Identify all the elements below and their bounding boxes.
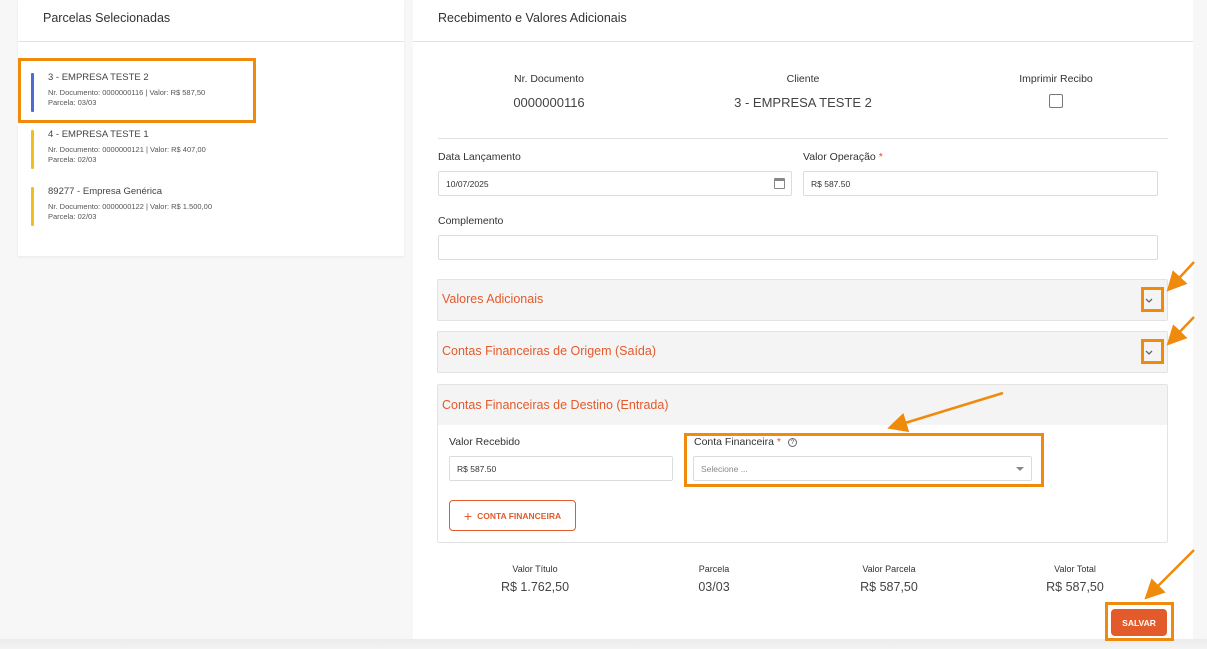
summary-value: R$ 587,50 xyxy=(1046,580,1104,594)
doc-number-info: Nr. Documento 0000000116 xyxy=(489,73,609,110)
summary-label: Valor Total xyxy=(1054,564,1096,574)
parcela-doc-line: Nr. Documento: 0000000122 | Valor: R$ 1.… xyxy=(48,202,213,211)
summary-label: Parcela xyxy=(698,564,730,574)
accordion-contas-destino-header[interactable]: Contas Financeiras de Destino (Entrada) xyxy=(438,385,1167,425)
accordion-contas-destino-title: Contas Financeiras de Destino (Entrada) xyxy=(442,398,669,412)
print-receipt-label: Imprimir Recibo xyxy=(1019,73,1093,85)
doc-number-value: 0000000116 xyxy=(513,95,585,110)
highlight-box-conta-financeira xyxy=(684,433,1044,487)
accordion-contas-origem[interactable]: Contas Financeiras de Origem (Saída) xyxy=(437,331,1168,373)
parcelas-divider xyxy=(18,41,404,42)
summary-label: Valor Título xyxy=(512,564,558,574)
summary-value: R$ 1.762,50 xyxy=(500,580,570,594)
recebimento-divider xyxy=(413,41,1193,42)
info-separator xyxy=(438,138,1168,139)
valor-operacao-label-text: Valor Operação xyxy=(803,151,876,163)
date-label: Data Lançamento xyxy=(438,151,521,163)
summary-valor-total: Valor Total R$ 587,50 xyxy=(1015,564,1135,594)
valor-operacao-label: Valor Operação * xyxy=(803,151,883,163)
parcela-title: 4 - EMPRESA TESTE 1 xyxy=(48,129,149,140)
parcela-title: 89277 - Empresa Genérica xyxy=(48,186,163,197)
client-label: Cliente xyxy=(786,73,820,85)
doc-number-label: Nr. Documento xyxy=(513,73,585,85)
parcela-number-line: Parcela: 02/03 xyxy=(48,212,97,221)
summary-label: Valor Parcela xyxy=(862,564,916,574)
summary-value: 03/03 xyxy=(698,580,730,594)
recebimento-title: Recebimento e Valores Adicionais xyxy=(438,11,627,25)
summary-value: R$ 587,50 xyxy=(860,580,918,594)
print-receipt-info: Imprimir Recibo xyxy=(996,73,1116,108)
required-marker: * xyxy=(878,151,883,163)
highlight-box-valores-chevron xyxy=(1141,287,1164,312)
summary-valor-titulo: Valor Título R$ 1.762,50 xyxy=(475,564,595,594)
parcela-number-line: Parcela: 02/03 xyxy=(48,155,97,164)
valor-recebido-input[interactable]: R$ 587.50 xyxy=(449,456,673,481)
parcela-status-bar xyxy=(31,130,34,169)
highlight-box-selected-parcela xyxy=(18,58,256,123)
page-bottom-edge xyxy=(0,639,1207,649)
parcelas-panel: Parcelas Selecionadas 3 - EMPRESA TESTE … xyxy=(18,0,404,256)
highlight-box-origem-chevron xyxy=(1141,339,1164,364)
valor-operacao-input[interactable]: R$ 587.50 xyxy=(803,171,1158,196)
add-conta-financeira-label: CONTA FINANCEIRA xyxy=(477,510,562,521)
date-input[interactable]: 10/07/2025 xyxy=(438,171,792,196)
accordion-contas-origem-title: Contas Financeiras de Origem (Saída) xyxy=(442,344,656,358)
summary-parcela: Parcela 03/03 xyxy=(654,564,774,594)
parcelas-title: Parcelas Selecionadas xyxy=(43,11,171,25)
print-receipt-checkbox[interactable] xyxy=(1049,94,1063,108)
complemento-input[interactable] xyxy=(438,235,1158,260)
date-value: 10/07/2025 xyxy=(446,179,489,189)
accordion-valores-adicionais-title: Valores Adicionais xyxy=(442,292,544,306)
highlight-box-save xyxy=(1105,602,1174,641)
add-conta-financeira-button[interactable]: + CONTA FINANCEIRA xyxy=(449,500,576,531)
parcela-doc-line: Nr. Documento: 0000000121 | Valor: R$ 40… xyxy=(48,145,206,154)
summary-valor-parcela: Valor Parcela R$ 587,50 xyxy=(829,564,949,594)
plus-icon: + xyxy=(463,507,473,524)
client-info: Cliente 3 - EMPRESA TESTE 2 xyxy=(703,73,903,110)
recebimento-panel: Recebimento e Valores Adicionais Nr. Doc… xyxy=(413,0,1193,649)
parcela-status-bar xyxy=(31,187,34,226)
calendar-icon[interactable] xyxy=(774,178,785,189)
accordion-valores-adicionais[interactable]: Valores Adicionais xyxy=(437,279,1168,321)
valor-recebido-label: Valor Recebido xyxy=(449,436,521,448)
client-value: 3 - EMPRESA TESTE 2 xyxy=(734,95,872,110)
complemento-label: Complemento xyxy=(438,215,504,227)
